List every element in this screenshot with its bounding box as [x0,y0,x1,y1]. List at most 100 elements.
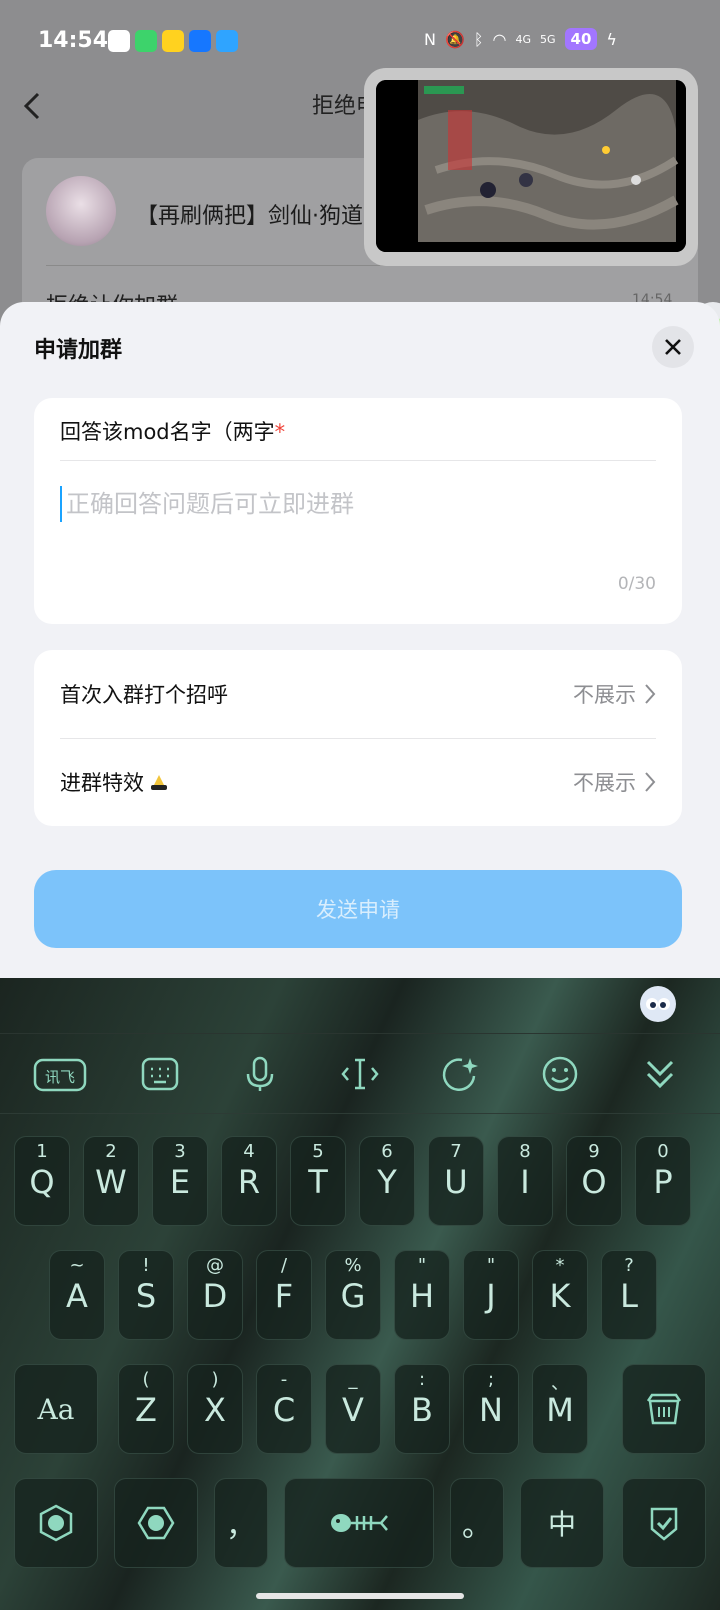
close-icon [665,339,681,355]
sheet-title: 申请加群 [34,338,123,363]
keyboard-top-strip [0,978,720,1034]
signal-5g-icon: 5G [540,32,556,46]
ai-assist-button[interactable] [432,1046,488,1102]
ai-sparkle-icon [442,1057,478,1091]
symbol-hexagon-icon [39,1504,73,1542]
option-label: 进群特效 [60,767,170,797]
key-t[interactable]: 5T [290,1136,346,1226]
symbols-key[interactable] [14,1478,98,1568]
divider [60,460,656,461]
period-key[interactable]: 。 [450,1478,504,1568]
keyboard: 讯飞 1Q 2W 3E 4R 5T 6Y 7 U 8 I 9 O 0 P ~ A… [0,978,720,1610]
key-m[interactable]: 、 M [532,1364,588,1454]
mascot-icon[interactable] [640,986,676,1022]
key-b[interactable]: :B [394,1364,450,1454]
key-w[interactable]: 2W [83,1136,139,1226]
language-toggle-key[interactable]: 中 [520,1478,604,1568]
option-value: 不展示 [573,767,656,797]
voice-input-button[interactable] [232,1046,288,1102]
nfc-icon: N [424,29,436,49]
key-o[interactable]: 9O [566,1136,622,1226]
microphone-icon [246,1056,274,1091]
chevron-right-icon [645,772,656,792]
effect-emoji-icon [151,775,167,790]
keyboard-toolbar: 讯飞 [0,1034,720,1114]
key-q[interactable]: 1Q [14,1136,70,1226]
key-r[interactable]: 4R [221,1136,277,1226]
option-label: 首次入群打个招呼 [60,683,228,707]
caps-toggle-key[interactable]: Aa [14,1364,98,1454]
pip-video[interactable] [376,80,686,252]
emoji-icon [542,1056,578,1091]
key-x[interactable]: ) X [187,1364,243,1454]
chevron-left-icon [23,92,40,120]
bluetooth-icon: ᛒ [473,29,484,49]
app-notification-icon [108,30,130,52]
required-mark: * [274,420,286,444]
greeting-option-row[interactable]: 首次入群打个招呼 不展示 [60,650,656,738]
emoji-button[interactable] [532,1046,588,1102]
svg-text:讯飞: 讯飞 [45,1068,75,1086]
char-counter: 0/30 [617,574,656,594]
key-f[interactable]: / F [256,1250,312,1340]
xunfei-logo-button[interactable]: 讯飞 [32,1046,88,1102]
double-chevron-down-icon [646,1060,674,1088]
option-value: 不展示 [573,679,656,709]
question-card: 回答该mod名字（两字* 正确回答问题后可立即进群 0/30 [34,398,682,624]
fishbone-icon [331,1514,388,1532]
options-card: 首次入群打个招呼 不展示 进群特效 不展示 [34,650,682,826]
key-a[interactable]: ~ A [49,1250,105,1340]
key-y[interactable]: 6Y [359,1136,415,1226]
key-g[interactable]: % G [325,1250,381,1340]
text-cursor [60,486,62,522]
hide-keyboard-button[interactable] [632,1046,688,1102]
send-request-button[interactable]: 发送申请 [34,870,682,948]
backspace-key[interactable] [622,1364,706,1454]
battery-level: 40 [564,28,598,50]
key-n[interactable]: ; N [463,1364,519,1454]
shield-check-icon [650,1507,678,1541]
telegram-notification-icon [216,30,238,52]
system-icons: N 🔕 ᛒ ◠ 4G 5G 40 ϟ [424,28,617,50]
key-z[interactable]: (Z [118,1364,174,1454]
numbers-key[interactable] [114,1478,198,1568]
home-indicator[interactable] [256,1593,464,1599]
keyboard-layout-button[interactable] [132,1046,188,1102]
caps-label: Aa [37,1392,75,1426]
text-cursor-icon [341,1058,379,1089]
answer-input[interactable]: 正确回答问题后可立即进群 [66,484,354,519]
key-p[interactable]: 0P [635,1136,691,1226]
cursor-move-button[interactable] [332,1046,388,1102]
key-v[interactable]: _ V [325,1364,381,1454]
space-key[interactable] [284,1478,434,1568]
alipay-notification-icon [189,30,211,52]
key-h[interactable]: " H [394,1250,450,1340]
meituan-notification-icon [162,30,184,52]
join-effect-option-row[interactable]: 进群特效 不展示 [60,738,656,826]
status-time: 14:54 [38,28,109,53]
key-j[interactable]: " J [463,1250,519,1340]
signal-4g-icon: 4G [515,32,531,46]
close-button[interactable] [652,326,694,368]
game-video-frame [376,80,686,252]
key-s[interactable]: ! S [118,1250,174,1340]
back-button[interactable] [18,86,50,126]
key-e[interactable]: 3E [152,1136,208,1226]
enter-key[interactable] [622,1478,706,1568]
number-hexagon-icon [137,1506,175,1540]
wifi-icon: ◠ [492,29,507,49]
key-i[interactable]: 8I [497,1136,553,1226]
group-avatar [46,176,116,246]
comma-key[interactable]: ， [214,1478,268,1568]
chevron-right-icon [645,684,656,704]
question-text: 回答该mod名字（两字 [60,420,275,444]
screen: 14:54 N 🔕 ᛒ ◠ 4G 5G 40 ϟ 拒绝申 【再刷俩把】剑仙·狗道… [0,0,720,1610]
key-d[interactable]: @ D [187,1250,243,1340]
join-group-sheet: 申请加群 回答该mod名字（两字* 正确回答问题后可立即进群 0/30 首次入群… [0,302,720,978]
key-k[interactable]: * K [532,1250,588,1340]
key-c[interactable]: -C [256,1364,312,1454]
key-u[interactable]: 7U [428,1136,484,1226]
group-name: 【再刷俩把】剑仙·狗道 [136,204,363,229]
notification-icons [108,30,238,52]
key-l[interactable]: ? L [601,1250,657,1340]
